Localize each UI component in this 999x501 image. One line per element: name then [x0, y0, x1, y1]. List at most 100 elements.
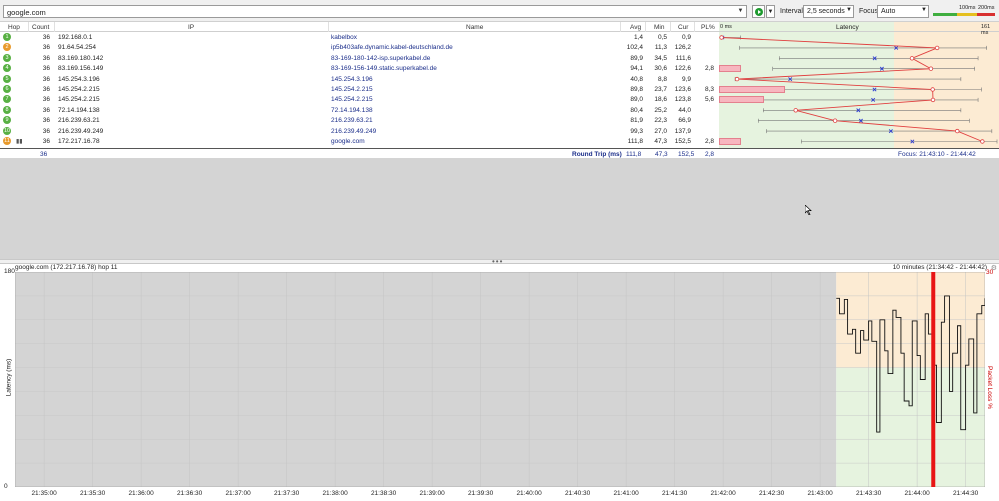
x-tick-label: 21:35:00	[31, 490, 57, 497]
name-cell: 83-169-156-149.static.superkabel.de	[331, 65, 437, 73]
y-axis-right-label: Packet Loss %	[986, 366, 993, 409]
header-count[interactable]: Count	[32, 24, 49, 31]
table-row[interactable]: 4 36 83.169.156.149 83-169-156-149.static.s…	[0, 64, 718, 73]
table-row[interactable]: 7 36 145.254.2.215 145.254.2.215 89,0 18,6 123…	[0, 95, 718, 104]
table-row[interactable]: 2 36 91.64.54.254 ip5b403afe.dynamic.kabel-…	[0, 43, 718, 52]
header-latency[interactable]: Latency	[836, 24, 859, 31]
count-cell: 36	[42, 117, 50, 125]
latency-plot	[15, 272, 985, 487]
graph-time-range[interactable]: 10 minutes (21:34:42 - 21:44:42)	[893, 264, 987, 271]
count-cell: 36	[42, 44, 50, 52]
header-pl[interactable]: PL%	[701, 24, 715, 31]
pl-cell: 2,8	[704, 138, 714, 145]
round-trip-label: Round Trip (ms)	[572, 151, 622, 158]
latency-sparkline	[719, 35, 998, 144]
latency-graph: google.com (172.217.16.78) hop 11 10 min…	[0, 264, 999, 501]
cur-cell: 0,9	[681, 34, 691, 41]
count-cell: 36	[42, 138, 50, 145]
packet-loss-bar	[719, 65, 742, 73]
latency-color-scale: 100ms 200ms	[933, 5, 995, 18]
name-cell: kabelbox	[331, 34, 358, 41]
count-cell: 36	[42, 54, 50, 62]
avg-cell: 111,8	[627, 138, 643, 145]
count-cell: 36	[42, 65, 50, 73]
x-tick-label: 21:44:30	[952, 490, 979, 497]
interval-select[interactable]: 2,5 seconds ▼	[803, 5, 854, 18]
focus-range: Focus: 21:43:10 - 21:44:42	[898, 151, 976, 158]
header-ip[interactable]: IP	[188, 24, 194, 31]
cur-cell: 137,9	[674, 127, 691, 135]
header-cur[interactable]: Cur	[678, 24, 688, 31]
start-options-dropdown[interactable]: ▼	[766, 5, 775, 18]
current-point	[930, 87, 935, 92]
count-cell: 36	[42, 96, 50, 104]
chevron-down-icon: ▼	[921, 7, 927, 13]
name-cell: google.com	[331, 138, 365, 145]
min-cell: 0,5	[657, 34, 667, 41]
x-tick-label: 21:41:00	[613, 490, 639, 497]
ip-cell: 216.239.63.21	[58, 117, 100, 125]
ip-cell: 216.239.49.249	[58, 127, 104, 135]
min-cell: 25,2	[654, 106, 667, 114]
current-point	[930, 97, 936, 103]
x-tick-label: 21:39:30	[467, 490, 494, 497]
normal-latency-zone	[836, 367, 985, 487]
x-tick-label: 21:35:30	[79, 490, 106, 497]
current-point	[793, 108, 798, 113]
name-cell: 216.239.63.21	[331, 117, 373, 125]
ip-cell: 145.254.2.215	[58, 96, 100, 104]
cur-cell: 9,9	[681, 75, 691, 83]
chevron-down-icon[interactable]: ▼	[735, 6, 746, 17]
name-cell: 145.254.2.215	[331, 96, 373, 104]
start-trace-button[interactable]	[752, 5, 765, 18]
target-input[interactable]: google.com ▼	[3, 5, 747, 18]
min-cell: 11,3	[654, 44, 667, 52]
graph-icon[interactable]: ▮▮	[16, 138, 23, 145]
table-row[interactable]: 5 36 145.254.3.196 145.254.3.196 40,8 8,8 9,9	[0, 74, 718, 84]
cur-cell: 122,6	[674, 65, 691, 73]
focus-select[interactable]: Auto ▼	[877, 5, 929, 18]
hop-badge: 3	[3, 53, 11, 62]
latency-column: Latency 0 ms 161 ms	[718, 22, 999, 148]
table-row[interactable]: 9 36 216.239.63.21 216.239.63.21 81,9 22,3 66,…	[0, 116, 718, 125]
mouse-cursor-icon	[805, 205, 812, 215]
pl-cell: 5,6	[704, 96, 714, 104]
table-row[interactable]: 6 36 145.254.2.215 145.254.2.215 89,8 23,7 123…	[0, 85, 718, 94]
hop-badge: 4	[3, 64, 11, 73]
packet-loss-bar	[719, 86, 786, 93]
x-tick-label: 21:36:30	[176, 490, 203, 497]
table-header: Hop Count IP Name Avg Min Cur PL%	[0, 22, 718, 32]
avg-cell: 89,8	[630, 86, 643, 93]
x-tick-label: 21:44:00	[904, 490, 930, 497]
table-row[interactable]: 3 36 83.169.180.142 83-169-180-142-isp.supe…	[0, 53, 718, 63]
ip-cell: 172.217.16.78	[58, 138, 100, 145]
current-point	[955, 128, 960, 134]
name-cell: 83-169-180-142-isp.superkabel.de	[331, 54, 431, 62]
header-name[interactable]: Name	[466, 24, 483, 31]
name-cell: 216.239.49.249	[331, 127, 377, 135]
table-row[interactable]: 1 36 192.168.0.1 kabelbox 1,4 0,5 0,9	[0, 33, 718, 42]
header-hop[interactable]: Hop	[8, 24, 20, 31]
pl-cell: 2,8	[704, 65, 714, 73]
avg-cell: 99,3	[630, 127, 643, 135]
table-row[interactable]: 11 36 172.217.16.78 google.com 111,8 47,3 152,…	[0, 137, 718, 146]
ip-cell: 83.169.156.149	[58, 65, 104, 73]
x-tick-label: 21:40:30	[564, 490, 591, 497]
min-cell: 23,7	[654, 86, 667, 93]
table-row[interactable]: 10 36 216.239.49.249 216.239.49.249 99,3 27,0…	[0, 126, 718, 136]
header-min[interactable]: Min	[654, 24, 664, 31]
min-cell: 27,0	[654, 127, 667, 135]
current-point	[928, 66, 934, 71]
avg-cell: 89,0	[630, 96, 643, 104]
avg-cell: 81,9	[630, 117, 643, 125]
pl-cell: 8,3	[704, 86, 714, 93]
name-cell: ip5b403afe.dynamic.kabel-deutschland.de	[331, 44, 453, 52]
hop-badge: 1	[3, 33, 11, 41]
hop-badge: 2	[3, 43, 11, 52]
header-avg[interactable]: Avg	[630, 24, 641, 31]
count-cell: 36	[42, 34, 50, 41]
current-point	[734, 76, 740, 82]
y-axis-label: Latency (ms)	[5, 358, 13, 397]
table-row[interactable]: 8 36 72.14.194.138 72.14.194.138 80,4 25,2 44,…	[0, 105, 718, 115]
min-cell: 30,6	[654, 65, 667, 73]
